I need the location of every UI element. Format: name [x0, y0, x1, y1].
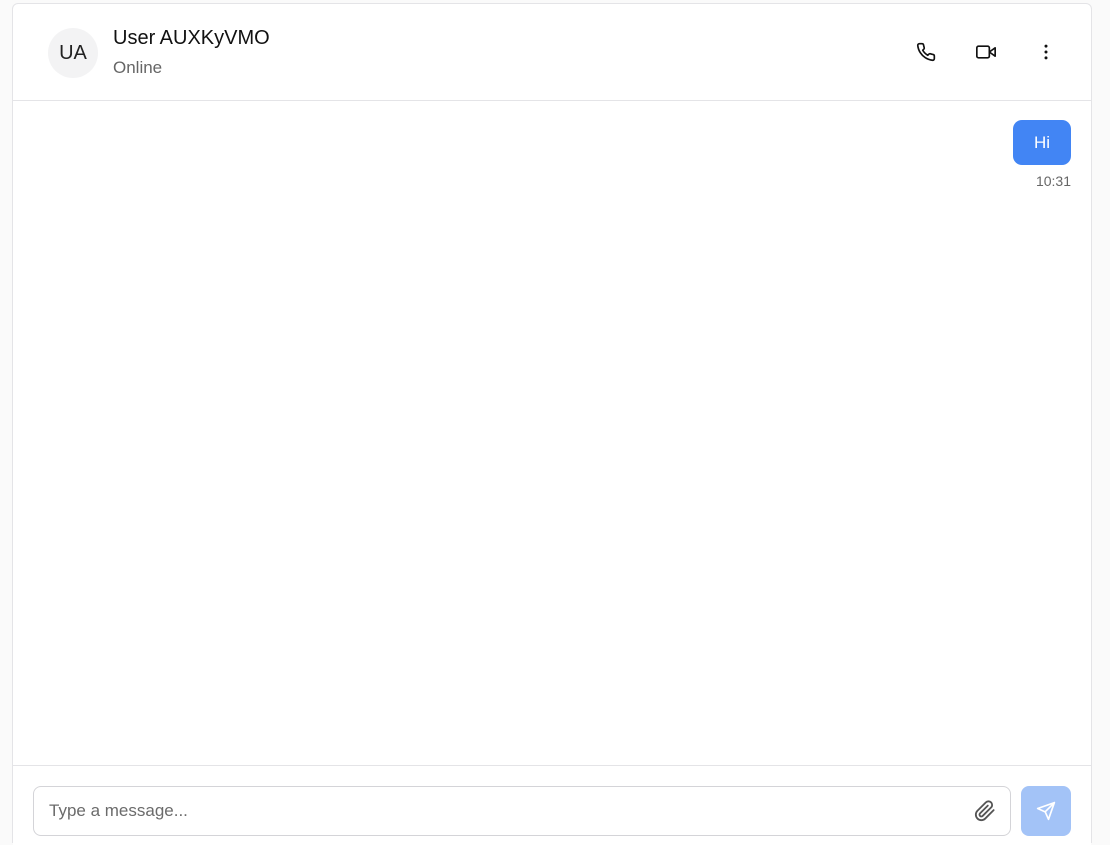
- message-input[interactable]: [34, 787, 954, 835]
- chat-header: UA User AUXKyVMO Online: [13, 4, 1091, 101]
- chat-window: UA User AUXKyVMO Online Hi 10:31: [12, 3, 1092, 845]
- more-vertical-icon: [1044, 44, 1048, 60]
- message-composer: [13, 765, 1091, 845]
- video-call-button[interactable]: [968, 34, 1004, 70]
- phone-icon: [916, 42, 936, 62]
- avatar: UA: [48, 28, 98, 78]
- phone-button[interactable]: [908, 34, 944, 70]
- video-icon: [976, 45, 996, 59]
- message-timestamp: 10:31: [1035, 173, 1071, 189]
- message-bubble-outgoing: Hi: [1013, 120, 1071, 165]
- send-button[interactable]: [1021, 786, 1071, 836]
- send-icon: [1036, 801, 1056, 821]
- more-options-button[interactable]: [1028, 34, 1064, 70]
- paperclip-icon[interactable]: [974, 800, 996, 822]
- message-input-wrapper: [33, 786, 1011, 836]
- contact-name: User AUXKyVMO: [113, 27, 270, 49]
- contact-status: Online: [113, 58, 163, 77]
- message-list: Hi 10:31: [13, 101, 1091, 765]
